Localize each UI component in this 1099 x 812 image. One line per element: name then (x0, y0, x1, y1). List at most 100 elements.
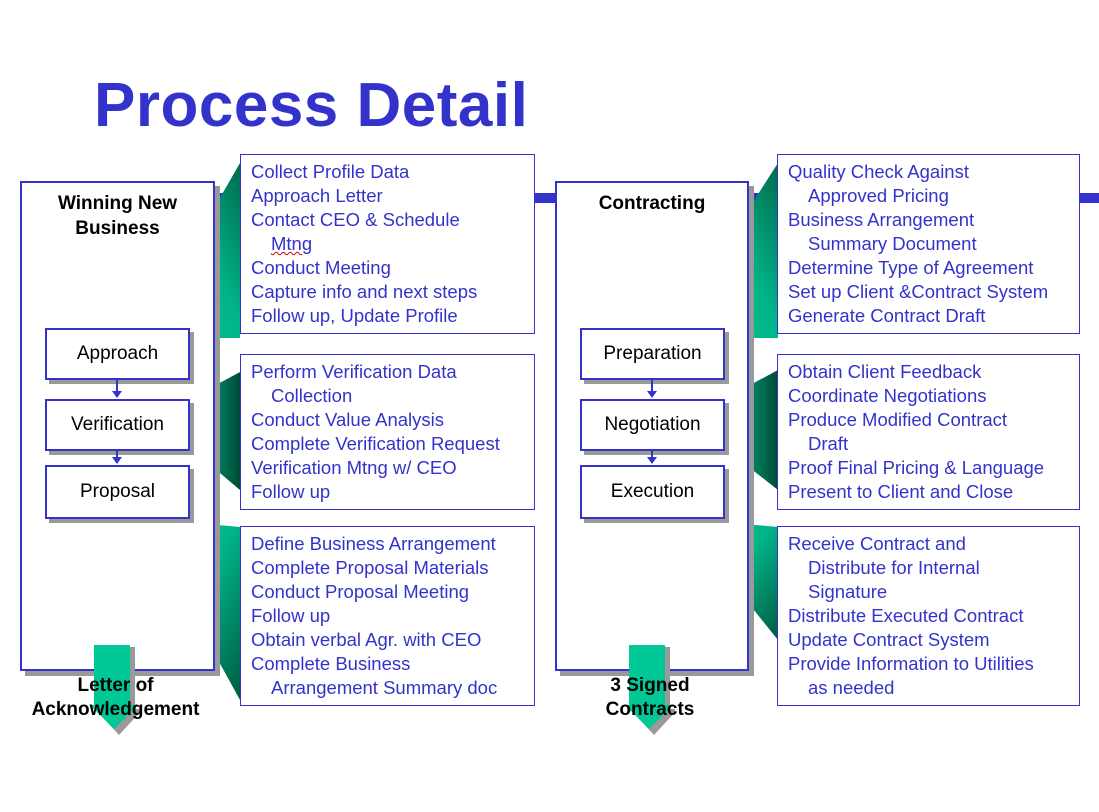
detail-item: Verification Mtng w/ CEO (251, 456, 524, 480)
step-verification[interactable]: Verification (45, 399, 190, 451)
detail-item: Quality Check Against (788, 160, 1069, 184)
detail-item-text: Perform Verification Data (251, 361, 457, 382)
detail-item: Present to Client and Close (788, 480, 1069, 504)
detail-item: Follow up (251, 480, 524, 504)
detail-item-text: Summary Document (808, 233, 977, 254)
detail-item-text: as needed (808, 677, 895, 698)
detail-item: Follow up (251, 604, 524, 628)
detail-item: Generate Contract Draft (788, 304, 1069, 328)
step-label: Execution (610, 481, 695, 502)
detail-item-text: Complete Business (251, 653, 411, 674)
detail-item: Signature (788, 580, 1069, 604)
detail-item-text: Set up Client &Contract System (788, 281, 1049, 302)
step-approach[interactable]: Approach (45, 328, 190, 380)
detail-item: Perform Verification Data (251, 360, 524, 384)
step-proposal[interactable]: Proposal (45, 465, 190, 519)
detail-item-text: Update Contract System (788, 629, 990, 650)
detail-item: Business Arrangement (788, 208, 1069, 232)
detail-item-text: Conduct Meeting (251, 257, 391, 278)
detail-item: Approach Letter (251, 184, 524, 208)
step-label: Approach (76, 343, 159, 364)
detail-item: Collection (251, 384, 524, 408)
detail-item: Arrangement Summary doc (251, 676, 524, 700)
detail-item-text: Draft (808, 433, 849, 454)
detail-item: Draft (788, 432, 1069, 456)
phase-title-line: Winning New (57, 193, 178, 214)
detail-item: Complete Verification Request (251, 432, 524, 456)
detail-item: Receive Contract and (788, 532, 1069, 556)
detail-box-execution: Receive Contract and Distribute for Inter… (777, 526, 1080, 706)
detail-item-text: Complete Proposal Materials (251, 557, 489, 578)
arrow-down-icon (112, 379, 122, 398)
detail-item: Define Business Arrangement (251, 532, 524, 556)
detail-item: Set up Client &Contract System (788, 280, 1069, 304)
detail-item-text: Distribute for Internal (808, 557, 980, 578)
detail-item-text: Present to Client and Close (788, 481, 1014, 502)
detail-item: Approved Pricing (788, 184, 1069, 208)
detail-item-text: Complete Verification Request (251, 433, 500, 454)
arrow-down-icon (647, 450, 657, 464)
step-label: Proposal (80, 481, 155, 502)
detail-box-verification: Perform Verification Data Collection Condu… (240, 354, 535, 510)
output-label-letter-of-acknowledgement: Letter of Acknowledgement (20, 674, 211, 722)
detail-item-text: Capture info and next steps (251, 281, 478, 302)
detail-item-text: Arrangement Summary doc (271, 677, 498, 698)
detail-item-text: Mtng (271, 233, 313, 254)
phase-title-line: Contracting (598, 193, 706, 214)
detail-item-text: Conduct Value Analysis (251, 409, 444, 430)
detail-item: Obtain Client Feedback (788, 360, 1069, 384)
output-label-line: Contracts (605, 699, 695, 720)
detail-item-text: Approach Letter (251, 185, 383, 206)
detail-item-text: Business Arrangement (788, 209, 975, 230)
detail-item: Proof Final Pricing & Language (788, 456, 1069, 480)
step-label: Preparation (603, 343, 702, 364)
detail-item-text: Follow up (251, 481, 331, 502)
detail-item: Conduct Proposal Meeting (251, 580, 524, 604)
detail-item-text: Approved Pricing (808, 185, 949, 206)
detail-item: as needed (788, 676, 1069, 700)
output-label-line: Acknowledgement (31, 699, 200, 720)
detail-item: Determine Type of Agreement (788, 256, 1069, 280)
detail-item-text: Conduct Proposal Meeting (251, 581, 470, 602)
detail-item: Collect Profile Data (251, 160, 524, 184)
phase-title: Winning New Business (22, 191, 213, 241)
detail-item-text: Distribute Executed Contract (788, 605, 1024, 626)
detail-item: Contact CEO & Schedule (251, 208, 524, 232)
output-label-line: Letter of (77, 675, 154, 696)
detail-item: Distribute Executed Contract (788, 604, 1069, 628)
detail-item: Mtng (251, 232, 524, 256)
detail-box-proposal: Define Business Arrangement Complete Prop… (240, 526, 535, 706)
arrow-down-icon (647, 379, 657, 398)
detail-item-text: Generate Contract Draft (788, 305, 986, 326)
detail-item-text: Obtain verbal Agr. with CEO (251, 629, 482, 650)
detail-box-preparation: Quality Check Against Approved Pricing Bus… (777, 154, 1080, 334)
detail-item-text: Follow up, Update Profile (251, 305, 458, 326)
detail-item-text: Contact CEO & Schedule (251, 209, 460, 230)
detail-item-text: Produce Modified Contract (788, 409, 1008, 430)
detail-box-approach: Collect Profile Data Approach Letter Conta… (240, 154, 535, 334)
detail-item-text: Coordinate Negotiations (788, 385, 987, 406)
detail-item: Follow up, Update Profile (251, 304, 524, 328)
phase-title: Contracting (557, 191, 747, 216)
output-label-signed-contracts: 3 Signed Contracts (555, 674, 745, 722)
detail-item-text: Provide Information to Utilities (788, 653, 1034, 674)
detail-item: Conduct Meeting (251, 256, 524, 280)
detail-item: Complete Business (251, 652, 524, 676)
detail-item-text: Collection (271, 385, 353, 406)
detail-item: Capture info and next steps (251, 280, 524, 304)
detail-item: Distribute for Internal (788, 556, 1069, 580)
detail-item: Obtain verbal Agr. with CEO (251, 628, 524, 652)
detail-item-text: Collect Profile Data (251, 161, 410, 182)
detail-item: Summary Document (788, 232, 1069, 256)
step-preparation[interactable]: Preparation (580, 328, 725, 380)
detail-item-text: Signature (808, 581, 888, 602)
detail-item-text: Proof Final Pricing & Language (788, 457, 1045, 478)
detail-box-negotiation: Obtain Client Feedback Coordinate Negotia… (777, 354, 1080, 510)
detail-item-text: Verification Mtng w/ CEO (251, 457, 457, 478)
step-negotiation[interactable]: Negotiation (580, 399, 725, 451)
step-execution[interactable]: Execution (580, 465, 725, 519)
detail-item: Coordinate Negotiations (788, 384, 1069, 408)
detail-item: Produce Modified Contract (788, 408, 1069, 432)
phase-title-line: Business (75, 218, 160, 239)
arrow-down-icon (112, 450, 122, 464)
